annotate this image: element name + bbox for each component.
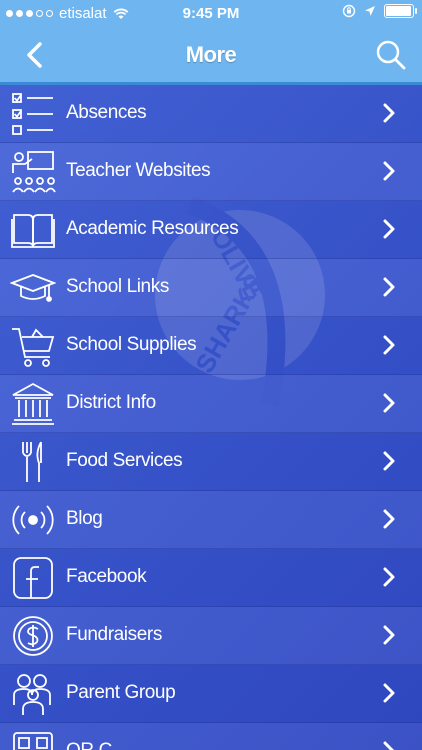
chevron-right-icon <box>383 219 395 239</box>
book-icon <box>11 214 55 248</box>
menu-item-label: Fundraisers <box>66 624 162 645</box>
chevron-right-icon <box>383 161 395 181</box>
status-right <box>342 4 417 18</box>
chevron-right-icon <box>383 625 395 645</box>
broadcast-icon <box>12 505 54 535</box>
menu-item-blog[interactable]: Blog <box>0 491 422 549</box>
building-icon <box>12 382 54 425</box>
menu-item-label: School Supplies <box>66 334 197 355</box>
cart-icon <box>12 328 55 367</box>
chevron-right-icon <box>383 683 395 703</box>
chevron-right-icon <box>383 103 395 123</box>
chevron-right-icon <box>383 567 395 587</box>
menu-item-parent-group[interactable]: Parent Group <box>0 665 422 723</box>
menu-item-label: Absences <box>66 102 147 123</box>
search-button[interactable] <box>374 38 408 72</box>
chevron-right-icon <box>383 335 395 355</box>
dollar-icon <box>13 616 53 656</box>
checklist-icon <box>12 93 53 135</box>
status-bar: etisalat 9:45 PM <box>0 0 422 28</box>
navigation-bar: More <box>0 28 422 85</box>
chevron-right-icon <box>383 393 395 413</box>
chevron-right-icon <box>383 277 395 297</box>
facebook-icon <box>13 557 53 599</box>
battery-icon <box>384 4 417 18</box>
fork-knife-icon <box>22 441 42 482</box>
menu-item-label: Food Services <box>66 450 183 471</box>
chevron-right-icon <box>383 451 395 471</box>
location-icon <box>365 6 375 16</box>
menu-item-qr-code[interactable]: QR C... <box>0 723 422 750</box>
menu-item-absences[interactable]: Absences <box>0 85 422 143</box>
menu-item-facebook[interactable]: Facebook <box>0 549 422 607</box>
menu-item-label: Academic Resources <box>66 218 239 239</box>
qr-code-icon <box>13 732 53 750</box>
menu-item-teacher-websites[interactable]: Teacher Websites <box>0 143 422 201</box>
teacher-icon <box>12 151 56 193</box>
menu-item-food-services[interactable]: Food Services <box>0 433 422 491</box>
menu-item-school-links[interactable]: School Links <box>0 259 422 317</box>
menu-item-label: Parent Group <box>66 682 176 703</box>
menu-item-label: District Info <box>66 392 156 413</box>
group-icon <box>13 674 51 715</box>
menu-item-academic-resources[interactable]: Academic Resources <box>0 201 422 259</box>
menu-item-label: QR C... <box>66 740 127 750</box>
rotation-lock-icon <box>342 4 356 18</box>
menu-item-school-supplies[interactable]: School Supplies <box>0 317 422 375</box>
chevron-right-icon <box>383 509 395 529</box>
menu-item-district-info[interactable]: District Info <box>0 375 422 433</box>
menu-list: OLIVE SHARKS Absences Teacher Websites A… <box>0 85 422 750</box>
graduation-cap-icon <box>10 274 56 302</box>
menu-item-fundraisers[interactable]: Fundraisers <box>0 607 422 665</box>
menu-item-label: Blog <box>66 508 103 529</box>
search-icon <box>376 40 406 70</box>
page-title: More <box>185 42 237 67</box>
menu-item-label: Teacher Websites <box>66 160 211 181</box>
chevron-right-icon <box>383 741 395 750</box>
menu-item-label: Facebook <box>66 566 147 587</box>
menu-item-label: School Links <box>66 276 169 297</box>
